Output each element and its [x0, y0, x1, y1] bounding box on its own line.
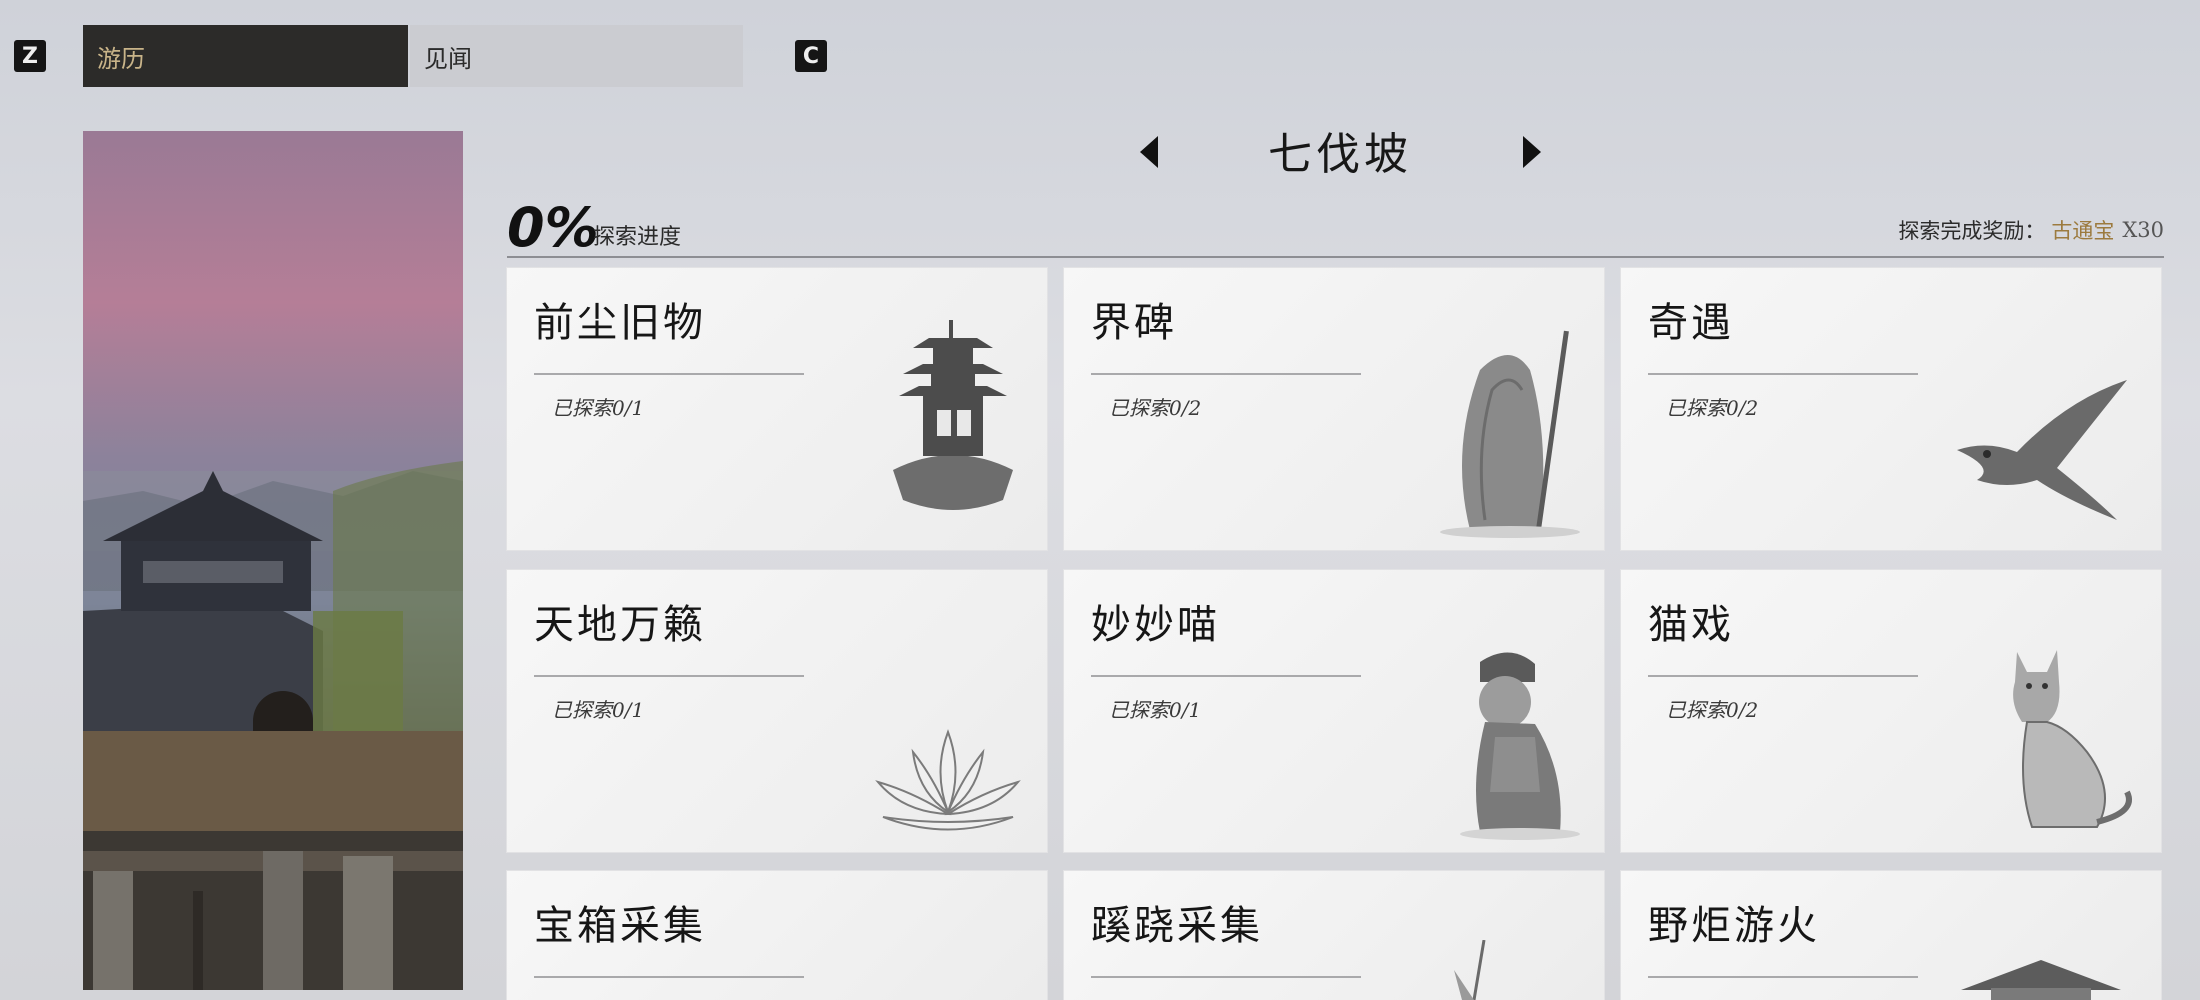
region-title: 七伐坡	[1268, 129, 1412, 180]
tab-next-key-icon[interactable]: C	[795, 40, 827, 72]
reward-count: X30	[2122, 218, 2164, 242]
card-divider	[534, 675, 804, 677]
card-progress: 已探索0/2	[1109, 396, 1202, 420]
progress-label: 探索进度	[593, 225, 682, 250]
header-divider	[507, 256, 2164, 258]
card-title: 猫戏	[1648, 602, 1734, 648]
region-landscape-image	[83, 131, 463, 990]
card-title: 妙妙喵	[1091, 602, 1220, 648]
card-divider	[534, 976, 804, 978]
tab-travel[interactable]: 游历	[83, 25, 408, 87]
category-card-sounds-of-nature[interactable]: 天地万籁 已探索0/1	[507, 570, 1047, 852]
category-card-miaomiaomiao[interactable]: 妙妙喵 已探索0/1	[1064, 570, 1604, 852]
card-progress: 已探索0/2	[1666, 698, 1759, 722]
reward-item: 古通宝	[2051, 219, 2115, 243]
category-card-wild-torches[interactable]: 野炬游火	[1621, 871, 2161, 1000]
category-card-relics[interactable]: 前尘旧物 已探索0/1	[507, 268, 1047, 550]
roof-icon	[1961, 960, 2121, 1000]
card-title: 前尘旧物	[534, 300, 706, 346]
category-card-odd-gathering[interactable]: 蹊跷采集	[1064, 871, 1604, 1000]
card-progress: 已探索0/2	[1666, 396, 1759, 420]
card-divider	[1648, 373, 1918, 375]
card-title: 蹊跷采集	[1091, 903, 1263, 949]
category-card-cat-play[interactable]: 猫戏 已探索0/2	[1621, 570, 2161, 852]
card-progress: 已探索0/1	[552, 396, 645, 420]
card-divider	[1648, 976, 1918, 978]
card-progress: 已探索0/1	[1109, 698, 1202, 722]
dressed-cat-icon	[1460, 652, 1580, 840]
swallow-icon	[1957, 380, 2127, 520]
card-divider	[1091, 373, 1361, 375]
card-divider	[1648, 675, 1918, 677]
pagoda-icon	[893, 320, 1013, 510]
spear-icon	[1454, 940, 1486, 1000]
card-title: 界碑	[1091, 300, 1177, 346]
tab-travel-label: 游历	[97, 44, 145, 73]
card-title: 野炬游火	[1648, 903, 1820, 949]
category-card-treasure-chests[interactable]: 宝箱采集	[507, 871, 1047, 1000]
completion-reward: 探索完成奖励： 古通宝 X30	[1898, 215, 2164, 245]
lotus-icon	[875, 729, 1021, 831]
progress-percent: 0%	[507, 196, 599, 259]
tab-observations-label: 见闻	[424, 44, 472, 73]
card-progress: 已探索0/1	[552, 698, 645, 722]
tab-observations[interactable]: 见闻	[410, 25, 743, 87]
reward-label: 探索完成奖励：	[1898, 219, 2046, 243]
card-title: 奇遇	[1648, 300, 1734, 346]
card-divider	[1091, 675, 1361, 677]
tab-prev-key-icon[interactable]: Z	[14, 40, 46, 72]
card-title: 宝箱采集	[534, 903, 706, 949]
boundary-stone-icon	[1440, 330, 1580, 538]
category-card-encounters[interactable]: 奇遇 已探索0/2	[1621, 268, 2161, 550]
cat-icon	[2013, 650, 2132, 828]
category-card-boundary-stones[interactable]: 界碑 已探索0/2	[1064, 268, 1604, 550]
next-region-arrow-icon[interactable]	[1523, 136, 1541, 168]
card-divider	[1091, 976, 1361, 978]
card-divider	[534, 373, 804, 375]
card-title: 天地万籁	[534, 602, 706, 648]
